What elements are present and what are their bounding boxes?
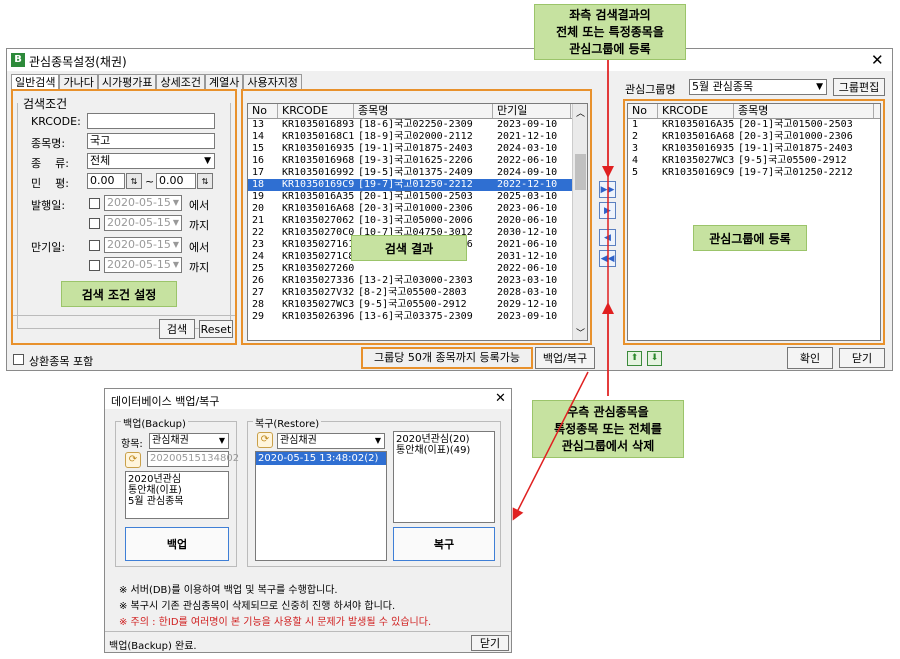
restore-content-list[interactable]: 2020년관심(20) 통안채(이표)(49) [393,431,495,523]
backup-item-value: 관심채권 [152,435,189,446]
restore-item-select[interactable]: 관심채권 ▼ [277,433,385,449]
note-2: ※ 복구시 기존 관심종목이 삭제되므로 신중히 진행 하셔야 합니다. [119,601,396,612]
list-item[interactable]: 5월 관심종목 [128,496,226,507]
dialog-title: 데이터베이스 백업/복구 [111,395,220,408]
restore-entry-list[interactable]: 2020-05-15 13:48:02(2) [255,451,387,561]
list-item[interactable]: 2020년관심(20) [396,434,492,445]
list-item[interactable]: 2020-05-15 13:48:02(2) [256,452,386,465]
list-item[interactable]: 2020년관심 [128,474,226,485]
list-item[interactable]: 통안채(이표) [128,485,226,496]
dialog-title-bar: 데이터베이스 백업/복구 ✕ [105,389,511,409]
list-item[interactable]: 통안채(이표)(49) [396,445,492,456]
backup-file-field: 20200515134802 [147,451,239,467]
note-3-warning: ※ 주의 : 한ID를 여러명이 본 기능을 사용할 시 문제가 발생될 수 있… [119,617,432,628]
dialog-close-icon[interactable]: ✕ [495,391,506,406]
backup-item-select[interactable]: 관심채권 ▼ [149,433,229,449]
status-text: 백업(Backup) 완료. [109,641,197,652]
chevron-down-icon: ▼ [218,436,225,445]
refresh-icon[interactable]: ⟳ [257,432,273,448]
backup-item-label: 항목: [121,439,143,450]
dialog-close-button[interactable]: 닫기 [471,635,509,651]
backup-list[interactable]: 2020년관심 통안채(이표) 5월 관심종목 [125,471,229,519]
backup-dialog: 데이터베이스 백업/복구 ✕ 백업(Backup) 항목: 관심채권 ▼ ⟳ 2… [104,388,512,653]
restore-button[interactable]: 복구 [393,527,495,561]
chevron-down-icon: ▼ [374,436,381,445]
arrow-to-dialog [512,371,589,521]
status-divider [105,631,511,632]
refresh-icon[interactable]: ⟳ [125,452,141,468]
restore-item-value: 관심채권 [280,435,317,446]
note-1: ※ 서버(DB)를 이용하여 백업 및 복구를 수행합니다. [119,585,338,596]
backup-button[interactable]: 백업 [125,527,229,561]
restore-group-label: 복구(Restore) [253,415,322,430]
backup-group-label: 백업(Backup) [121,415,188,430]
